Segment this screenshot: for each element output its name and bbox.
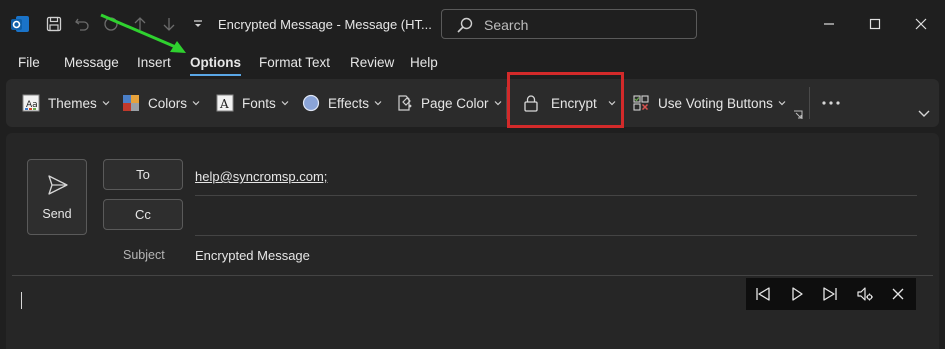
chevron-down-icon <box>494 101 501 106</box>
themes-button[interactable]: Aa Themes <box>22 92 110 114</box>
more-options-icon[interactable] <box>821 100 841 106</box>
chevron-down-icon <box>778 101 786 106</box>
effects-button[interactable]: Effects <box>302 92 382 114</box>
to-button[interactable]: To <box>103 159 183 190</box>
next-icon[interactable] <box>822 286 838 302</box>
title-bar: Encrypted Message - Message (HT... Searc… <box>0 0 945 48</box>
voting-buttons-icon <box>633 95 649 111</box>
chevron-down-icon <box>281 101 289 106</box>
chevron-down-icon <box>102 101 110 106</box>
search-icon <box>457 17 473 33</box>
collapse-ribbon-icon[interactable] <box>918 108 930 118</box>
tab-file[interactable]: File <box>18 55 40 70</box>
tab-options[interactable]: Options <box>190 55 241 76</box>
tab-help[interactable]: Help <box>410 55 438 70</box>
to-field-underline <box>195 195 917 196</box>
use-voting-buttons-button[interactable]: Use Voting Buttons <box>632 92 786 114</box>
send-label: Send <box>42 207 72 221</box>
search-placeholder: Search <box>484 17 529 33</box>
dialog-launcher-icon[interactable] <box>793 110 803 120</box>
svg-text:A: A <box>219 97 229 111</box>
chevron-down-icon <box>374 101 382 106</box>
close-icon[interactable] <box>911 14 931 34</box>
close-icon[interactable] <box>892 288 904 300</box>
outlook-logo-icon <box>11 16 29 32</box>
page-color-button[interactable]: Page Color <box>395 92 502 114</box>
chevron-down-icon <box>192 101 200 106</box>
subject-label: Subject <box>123 248 165 262</box>
colors-label: Colors <box>148 95 188 111</box>
subject-field[interactable]: Encrypted Message <box>195 248 310 263</box>
ribbon-toolbar: Aa Themes Colors A Fonts Effects Page Co… <box>6 79 939 127</box>
voice-settings-icon[interactable] <box>857 286 873 302</box>
fonts-label: Fonts <box>242 95 276 111</box>
send-icon <box>48 175 68 195</box>
page-color-icon <box>398 95 412 111</box>
previous-icon[interactable] <box>755 286 771 302</box>
tab-review[interactable]: Review <box>350 55 394 70</box>
subject-divider <box>12 275 933 276</box>
save-icon[interactable] <box>44 14 64 34</box>
maximize-icon[interactable] <box>865 14 885 34</box>
colors-button[interactable]: Colors <box>122 92 200 114</box>
play-icon[interactable] <box>789 286 805 302</box>
effects-icon <box>302 94 320 112</box>
cc-button[interactable]: Cc <box>103 199 183 230</box>
search-box[interactable]: Search <box>441 9 697 39</box>
customize-quick-access-icon[interactable] <box>188 14 208 34</box>
page-color-label: Page Color <box>421 95 489 111</box>
arrow-up-icon[interactable] <box>130 14 150 34</box>
cc-field[interactable] <box>195 235 917 236</box>
themes-icon: Aa <box>22 94 40 112</box>
send-button[interactable]: Send <box>27 159 87 235</box>
arrow-down-icon[interactable] <box>159 14 179 34</box>
tab-format-text[interactable]: Format Text <box>259 55 330 70</box>
tab-message[interactable]: Message <box>64 55 119 70</box>
fonts-icon: A <box>216 94 234 112</box>
use-voting-buttons-label: Use Voting Buttons <box>658 95 773 111</box>
read-aloud-toolbar <box>746 278 916 310</box>
ribbon-tabs: File Message Insert Options Format Text … <box>0 50 945 78</box>
text-cursor <box>21 292 22 309</box>
themes-label: Themes <box>48 95 97 111</box>
to-recipient[interactable]: help@syncromsp.com; <box>195 169 327 184</box>
minimize-icon[interactable] <box>819 14 839 34</box>
redo-icon[interactable] <box>101 14 121 34</box>
ribbon-separator <box>809 87 810 119</box>
fonts-button[interactable]: A Fonts <box>216 92 289 114</box>
window-title: Encrypted Message - Message (HT... <box>218 17 432 32</box>
effects-label: Effects <box>328 95 370 111</box>
encrypt-highlight-box <box>507 72 624 128</box>
colors-icon <box>123 95 139 111</box>
tab-insert[interactable]: Insert <box>137 55 171 70</box>
undo-icon[interactable] <box>72 14 92 34</box>
